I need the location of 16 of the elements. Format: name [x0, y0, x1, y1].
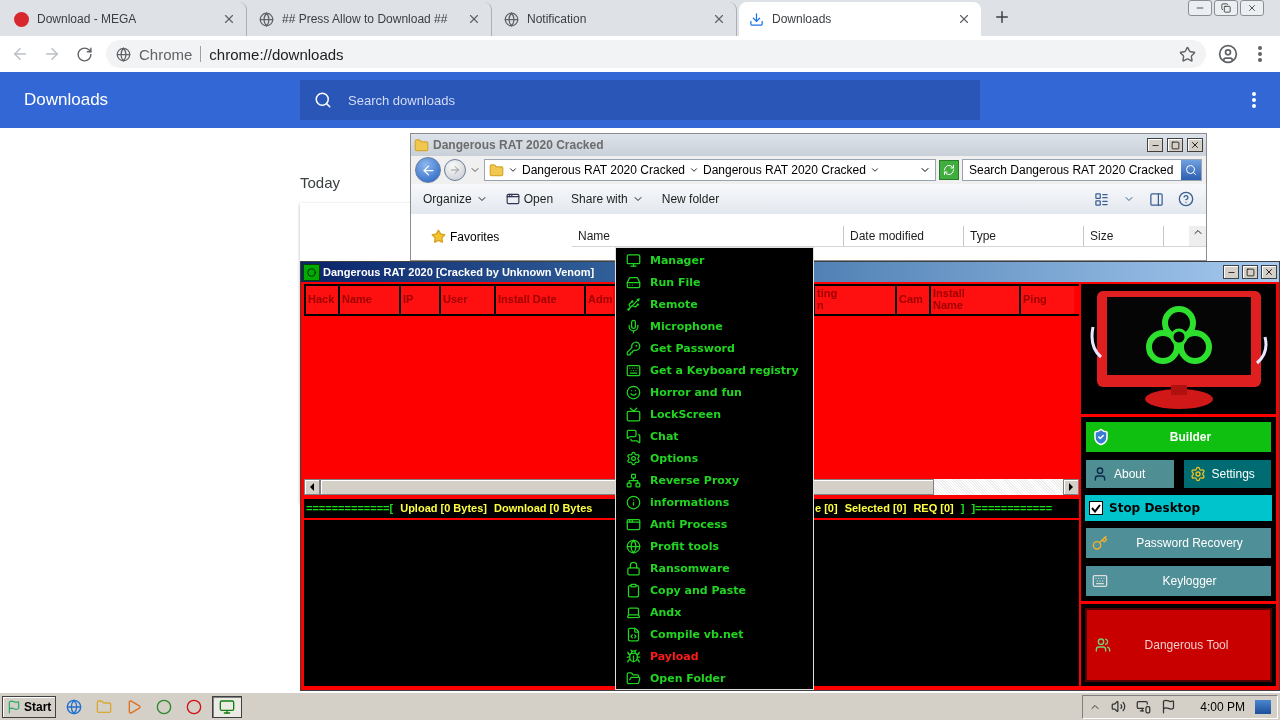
window-title: Dangerous RAT 2020 [Cracked by Unknown Venom] [323, 266, 596, 278]
section-heading: Today [300, 174, 342, 191]
status-text: e [0] [815, 502, 838, 514]
status-text: =============[ [306, 502, 394, 514]
url-text: chrome://downloads [209, 45, 345, 63]
page-title: Downloads [24, 90, 110, 110]
status-text: Upload [0 Bytes] [400, 502, 487, 514]
status-text: ]============ [971, 502, 1053, 514]
clock-text: 4:00 PM [1200, 699, 1245, 714]
window-title: Dangerous RAT 2020 Cracked [433, 138, 605, 152]
status-text: ] [960, 502, 965, 514]
status-text: Selected [0] [844, 502, 907, 514]
origin-label: Chrome [139, 45, 193, 63]
checkbox-label: Stop Desktop [1109, 501, 1201, 515]
status-text: Download [0 Bytes [494, 502, 593, 514]
status-text: REQ [0] [913, 502, 954, 514]
